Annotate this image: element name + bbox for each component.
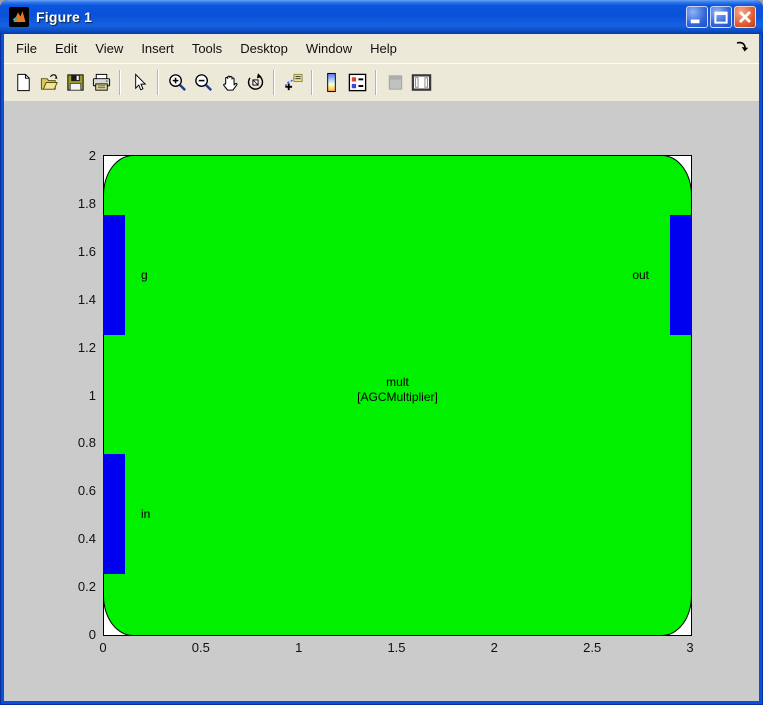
menu-tools[interactable]: Tools xyxy=(183,37,231,60)
insert-legend-icon xyxy=(347,72,368,93)
data-cursor-icon xyxy=(283,72,304,93)
plot-axes: g in out mult [AGCMultiplier] xyxy=(103,155,692,636)
x-tick-label: 0.5 xyxy=(171,640,231,655)
figure-canvas: 2 1.8 1.6 1.4 1.2 1 0.8 0.6 0.4 0.2 0 0 … xyxy=(4,101,759,701)
dock-figure-arrow-icon[interactable] xyxy=(734,39,750,55)
menu-edit[interactable]: Edit xyxy=(46,37,86,60)
menu-desktop[interactable]: Desktop xyxy=(231,37,297,60)
y-tick-label: 0.2 xyxy=(44,579,96,594)
window-controls xyxy=(686,6,756,28)
matlab-logo-icon xyxy=(9,7,29,27)
x-tick-label: 1 xyxy=(269,640,329,655)
port-g xyxy=(103,215,125,335)
titlebar: Figure 1 xyxy=(0,0,763,34)
print-figure-button[interactable] xyxy=(88,69,114,97)
y-tick-label: 1.8 xyxy=(44,196,96,211)
port-in-label: in xyxy=(141,507,150,521)
y-tick-label: 1.2 xyxy=(44,340,96,355)
y-tick-label: 0.6 xyxy=(44,483,96,498)
edit-plot-button[interactable] xyxy=(126,69,152,97)
y-tick-label: 1.6 xyxy=(44,244,96,259)
pan-hand-icon xyxy=(219,72,240,93)
rotate-3d-button[interactable] xyxy=(242,69,268,97)
menu-insert[interactable]: Insert xyxy=(132,37,183,60)
block-label-line2: [AGCMultiplier] xyxy=(104,390,691,405)
save-figure-button[interactable] xyxy=(62,69,88,97)
toolbar xyxy=(4,63,759,101)
toolbar-separator xyxy=(119,70,121,95)
show-plot-tools-icon xyxy=(411,72,432,93)
zoom-in-icon xyxy=(167,72,188,93)
new-figure-button[interactable] xyxy=(10,69,36,97)
maximize-icon xyxy=(711,7,731,27)
hide-plot-tools-icon xyxy=(385,72,406,93)
zoom-out-button[interactable] xyxy=(190,69,216,97)
y-tick-label: 2 xyxy=(44,148,96,163)
edit-plot-arrow-icon xyxy=(129,72,150,93)
hide-plot-tools-button xyxy=(382,69,408,97)
port-g-label: g xyxy=(141,268,148,282)
new-figure-icon xyxy=(13,72,34,93)
window-title: Figure 1 xyxy=(36,9,92,25)
insert-legend-button[interactable] xyxy=(344,69,370,97)
menu-view[interactable]: View xyxy=(86,37,132,60)
print-figure-icon xyxy=(91,72,112,93)
menu-file[interactable]: File xyxy=(7,37,46,60)
port-in xyxy=(103,454,125,574)
insert-colorbar-button[interactable] xyxy=(318,69,344,97)
data-cursor-button[interactable] xyxy=(280,69,306,97)
minimize-button[interactable] xyxy=(686,6,708,28)
maximize-button[interactable] xyxy=(710,6,732,28)
toolbar-separator xyxy=(375,70,377,95)
x-tick-label: 0 xyxy=(73,640,133,655)
block-label: mult [AGCMultiplier] xyxy=(104,375,691,405)
zoom-in-button[interactable] xyxy=(164,69,190,97)
pan-button[interactable] xyxy=(216,69,242,97)
x-tick-label: 3 xyxy=(660,640,720,655)
save-figure-icon xyxy=(65,72,86,93)
port-out-label: out xyxy=(632,268,649,282)
open-file-icon xyxy=(39,72,60,93)
close-button[interactable] xyxy=(734,6,756,28)
y-tick-label: 1.4 xyxy=(44,292,96,307)
y-tick-label: 1 xyxy=(44,388,96,403)
x-tick-label: 2 xyxy=(464,640,524,655)
x-tick-label: 1.5 xyxy=(367,640,427,655)
toolbar-separator xyxy=(273,70,275,95)
insert-colorbar-icon xyxy=(321,72,342,93)
block-label-line1: mult xyxy=(104,375,691,390)
show-plot-tools-button[interactable] xyxy=(408,69,434,97)
zoom-out-icon xyxy=(193,72,214,93)
menu-help[interactable]: Help xyxy=(361,37,406,60)
menubar: File Edit View Insert Tools Desktop Wind… xyxy=(4,34,759,63)
port-out xyxy=(670,215,692,335)
y-tick-label: 0.8 xyxy=(44,435,96,450)
menu-window[interactable]: Window xyxy=(297,37,361,60)
open-file-button[interactable] xyxy=(36,69,62,97)
close-icon xyxy=(735,7,755,27)
minimize-icon xyxy=(687,7,707,27)
rotate-3d-icon xyxy=(245,72,266,93)
toolbar-separator xyxy=(311,70,313,95)
toolbar-separator xyxy=(157,70,159,95)
matlab-figure-window: Figure 1 File Edit xyxy=(0,0,763,705)
x-tick-label: 2.5 xyxy=(562,640,622,655)
y-tick-label: 0.4 xyxy=(44,531,96,546)
